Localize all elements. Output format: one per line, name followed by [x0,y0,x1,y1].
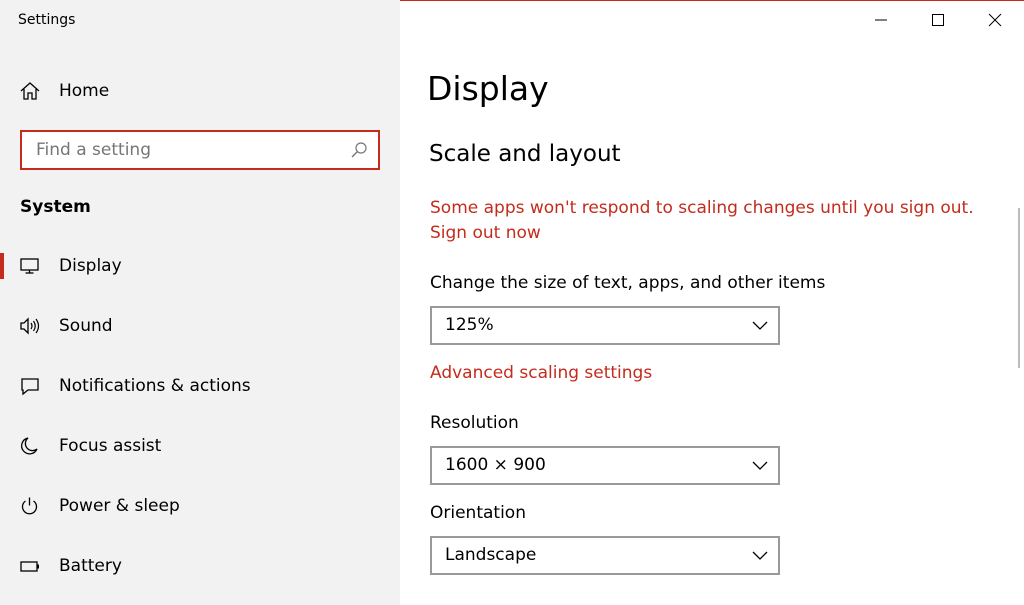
sidebar-item-label: Display [59,256,122,276]
sidebar-item-label: Sound [59,316,113,336]
sidebar-item-battery[interactable]: Battery [0,546,400,586]
app-title: Settings [18,12,76,28]
chevron-down-icon [752,551,768,560]
sidebar-item-sound[interactable]: Sound [0,306,400,346]
advanced-scaling-link[interactable]: Advanced scaling settings [430,363,652,383]
battery-icon [19,556,41,576]
search-icon[interactable] [350,141,368,159]
size-label: Change the size of text, apps, and other… [430,273,826,293]
scaling-warning-text: Some apps won't respond to scaling chang… [430,198,974,218]
search-box[interactable] [20,130,380,170]
search-input[interactable] [22,132,342,168]
sidebar-item-home[interactable]: Home [0,71,400,111]
sidebar-item-label: Home [59,81,110,101]
scrollbar-thumb[interactable] [1018,208,1020,368]
close-icon [988,13,1002,27]
speaker-icon [19,316,41,336]
sidebar-item-label: Notifications & actions [59,376,251,396]
page-title: Display [427,69,549,108]
orientation-label: Orientation [430,503,526,523]
sidebar: Settings Home System [0,0,400,605]
close-button[interactable] [967,0,1023,40]
minimize-icon [875,19,887,21]
notification-icon [19,376,41,396]
sign-out-link[interactable]: Sign out now [430,223,541,243]
minimize-button[interactable] [853,0,909,40]
scale-dropdown-value: 125% [445,315,494,335]
resolution-dropdown-value: 1600 × 900 [445,455,546,475]
maximize-button[interactable] [910,0,966,40]
scale-layout-heading: Scale and layout [429,141,621,167]
sidebar-item-power-sleep[interactable]: Power & sleep [0,486,400,526]
maximize-icon [932,14,944,26]
chevron-down-icon [752,321,768,330]
sidebar-item-focus-assist[interactable]: Focus assist [0,426,400,466]
moon-icon [19,436,41,456]
sidebar-item-label: Battery [59,556,122,576]
settings-window: Settings Home System [0,0,1024,605]
orientation-dropdown[interactable]: Landscape [430,536,780,575]
chevron-down-icon [752,461,768,470]
sidebar-item-notifications[interactable]: Notifications & actions [0,366,400,406]
sidebar-item-label: Focus assist [59,436,162,456]
power-icon [19,496,41,516]
home-icon [19,81,41,101]
selection-indicator [0,253,4,279]
sidebar-item-display[interactable]: Display [0,246,400,286]
section-heading: System [20,197,91,217]
monitor-icon [19,256,41,276]
scale-dropdown[interactable]: 125% [430,306,780,345]
sidebar-item-label: Power & sleep [59,496,180,516]
resolution-dropdown[interactable]: 1600 × 900 [430,446,780,485]
resolution-label: Resolution [430,413,519,433]
orientation-dropdown-value: Landscape [445,545,537,565]
